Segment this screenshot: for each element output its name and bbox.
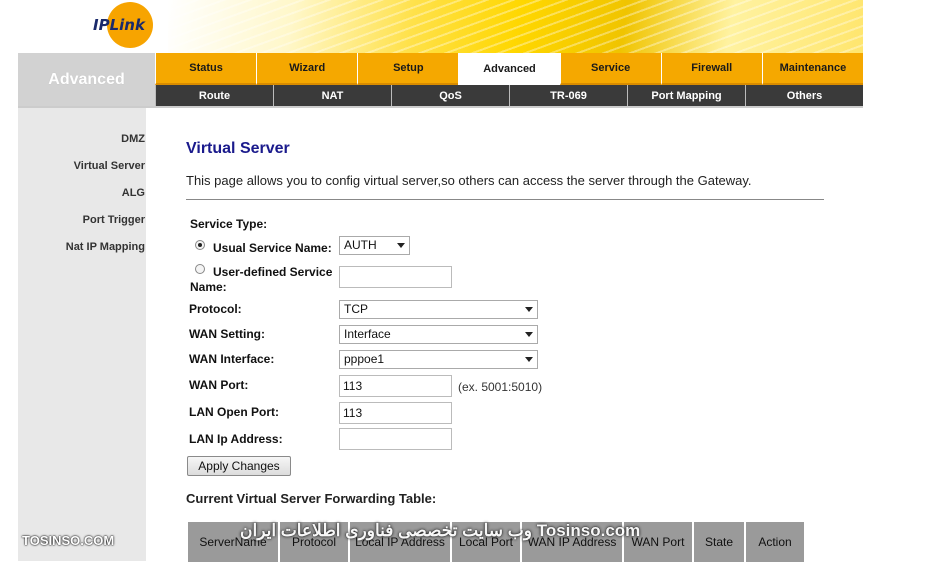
watermark-center: وب سایت تخصصی فناوری اطلاعات ایران Tosin… — [240, 521, 641, 540]
usual-service-radio[interactable] — [195, 240, 205, 250]
wan-port-label: WAN Port: — [189, 378, 249, 392]
header-banner: IPLink — [18, 0, 863, 53]
subtab-others[interactable]: Others — [745, 85, 863, 107]
subtab-qos[interactable]: QoS — [391, 85, 509, 107]
apply-changes-button[interactable]: Apply Changes — [187, 456, 291, 476]
sidebar: DMZ Virtual Server ALG Port Trigger Nat … — [18, 108, 146, 561]
subtab-route[interactable]: Route — [155, 85, 273, 107]
sub-tabs: Route NAT QoS TR-069 Port Mapping Others — [155, 85, 863, 107]
wan-port-input[interactable] — [339, 375, 452, 397]
table-title: Current Virtual Server Forwarding Table: — [186, 491, 437, 506]
wan-port-hint: (ex. 5001:5010) — [458, 380, 543, 394]
logo-text: IPLink — [93, 16, 145, 34]
subtab-port-mapping[interactable]: Port Mapping — [627, 85, 745, 107]
wan-setting-value: Interface — [344, 327, 391, 341]
tab-status[interactable]: Status — [155, 53, 257, 85]
tab-service[interactable]: Service — [559, 53, 661, 85]
protocol-value: TCP — [344, 302, 368, 316]
user-defined-service-input[interactable] — [339, 266, 452, 288]
table-header-action: Action — [746, 522, 804, 562]
divider — [186, 199, 824, 200]
sidebar-item-alg[interactable]: ALG — [122, 187, 145, 199]
tab-wizard[interactable]: Wizard — [256, 53, 358, 85]
user-defined-radio[interactable] — [195, 264, 205, 274]
section-title: Advanced — [18, 53, 155, 106]
page-description: This page allows you to config virtual s… — [186, 173, 752, 188]
tab-setup[interactable]: Setup — [357, 53, 459, 85]
sidebar-item-port-trigger[interactable]: Port Trigger — [83, 214, 145, 226]
sidebar-item-nat-ip-mapping[interactable]: Nat IP Mapping — [66, 241, 145, 253]
subtab-tr069[interactable]: TR-069 — [509, 85, 627, 107]
wan-interface-label: WAN Interface: — [189, 352, 275, 366]
lan-ip-input[interactable] — [339, 428, 452, 450]
chevron-down-icon — [525, 357, 533, 362]
subtab-nat[interactable]: NAT — [273, 85, 391, 107]
table-header-state: State — [694, 522, 744, 562]
page-title: Virtual Server — [186, 140, 290, 157]
wan-interface-select[interactable]: pppoe1 — [339, 350, 538, 369]
user-defined-label-name: Name: — [190, 280, 227, 294]
lan-open-port-input[interactable] — [339, 402, 452, 424]
user-defined-label: User-defined Service — [213, 265, 333, 279]
protocol-select[interactable]: TCP — [339, 300, 538, 319]
brand-logo: IPLink — [93, 2, 155, 48]
usual-service-select[interactable]: AUTH — [339, 236, 410, 255]
wan-setting-label: WAN Setting: — [189, 327, 265, 341]
service-type-label: Service Type: — [190, 217, 268, 231]
tab-maintenance[interactable]: Maintenance — [761, 53, 863, 85]
tab-firewall[interactable]: Firewall — [660, 53, 762, 85]
usual-service-label: Usual Service Name: — [213, 241, 332, 255]
sidebar-item-virtual-server[interactable]: Virtual Server — [74, 160, 145, 172]
chevron-down-icon — [397, 243, 405, 248]
tab-advanced[interactable]: Advanced — [458, 53, 560, 85]
wan-interface-value: pppoe1 — [344, 352, 385, 366]
banner-graphic — [168, 0, 863, 53]
lan-ip-label: LAN Ip Address: — [189, 432, 283, 446]
main-tabs: Status Wizard Setup Advanced Service Fir… — [155, 53, 863, 85]
watermark-left: TOSINSO.COM — [22, 533, 115, 548]
lan-open-port-label: LAN Open Port: — [189, 405, 279, 419]
chevron-down-icon — [525, 332, 533, 337]
sidebar-item-dmz[interactable]: DMZ — [121, 133, 145, 145]
protocol-label: Protocol: — [189, 302, 242, 316]
wan-setting-select[interactable]: Interface — [339, 325, 538, 344]
usual-service-value: AUTH — [344, 238, 377, 252]
chevron-down-icon — [525, 307, 533, 312]
